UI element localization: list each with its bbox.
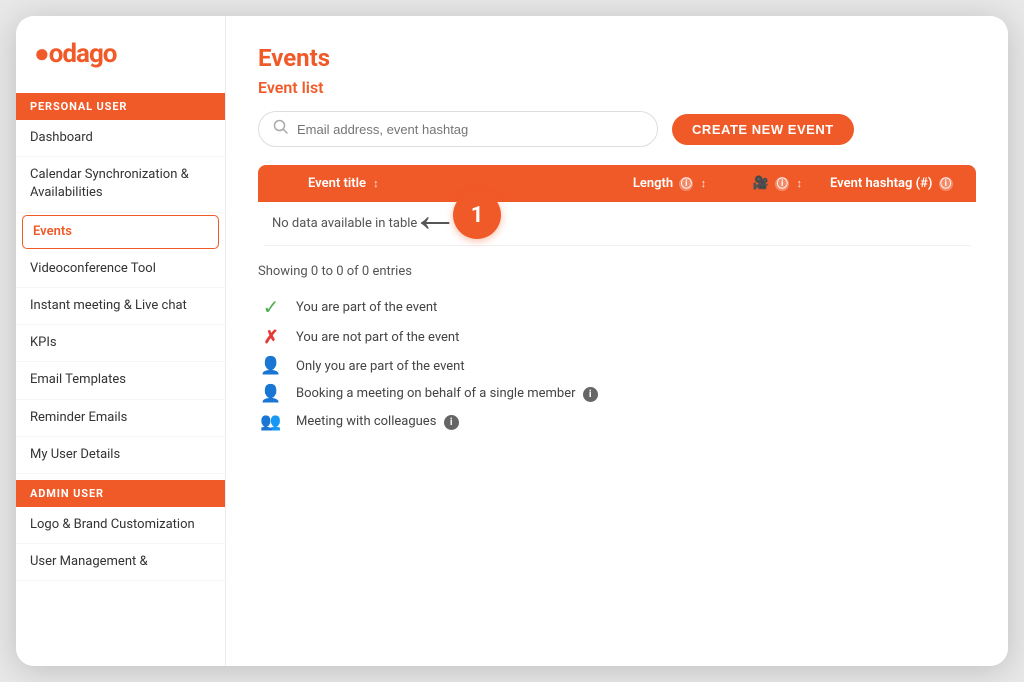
info-icon-booking[interactable]: i	[583, 387, 598, 402]
info-icon-hashtag: ⓘ	[939, 177, 953, 191]
table-row-no-data: No data available in table	[258, 202, 976, 246]
search-box[interactable]	[258, 111, 658, 147]
person-single-icon: 👤	[258, 356, 284, 376]
sidebar-item-email-templates[interactable]: Email Templates	[16, 362, 225, 399]
step-badge: 1	[453, 191, 501, 239]
sort-icon-video: ↕	[797, 177, 803, 190]
showing-entries-text: Showing 0 to 0 of 0 entries	[258, 264, 976, 279]
main-content: ← 1 Events Event list CREATE NEW EVENT	[226, 16, 1008, 666]
sidebar-item-calendar[interactable]: Calendar Synchronization & Availabilitie…	[16, 157, 225, 212]
legend-item-part-of-event: ✓ You are part of the event	[258, 295, 976, 319]
th-checkbox	[258, 165, 294, 202]
logo: ●odago	[34, 38, 116, 69]
cross-icon: ✗	[258, 327, 284, 348]
events-table: Event title ↕ Length ⓘ ↕ 🎥 ⓘ ↕ Event	[258, 165, 976, 246]
th-video[interactable]: 🎥 ⓘ ↕	[739, 165, 816, 202]
table-header-row: Event title ↕ Length ⓘ ↕ 🎥 ⓘ ↕ Event	[258, 165, 976, 202]
legend: ✓ You are part of the event ✗ You are no…	[258, 295, 976, 432]
th-hashtag[interactable]: Event hashtag (#) ⓘ	[816, 165, 976, 202]
sidebar-item-reminder-emails[interactable]: Reminder Emails	[16, 400, 225, 437]
sidebar-item-events[interactable]: Events	[22, 215, 219, 249]
sidebar-item-my-user-details[interactable]: My User Details	[16, 437, 225, 474]
legend-label-only-you: Only you are part of the event	[296, 359, 465, 374]
logo-area: ●odago	[16, 16, 225, 87]
sidebar-section-personal: PERSONAL USER	[16, 93, 225, 120]
sidebar-item-kpis[interactable]: KPIs	[16, 325, 225, 362]
check-icon: ✓	[258, 295, 284, 319]
search-row: CREATE NEW EVENT	[258, 111, 976, 147]
legend-item-booking-behalf: 👤 Booking a meeting on behalf of a singl…	[258, 384, 976, 404]
legend-label-part-of-event: You are part of the event	[296, 300, 437, 315]
app-window: ●odago PERSONAL USER Dashboard Calendar …	[16, 16, 1008, 666]
sidebar-item-dashboard[interactable]: Dashboard	[16, 120, 225, 157]
sidebar-item-user-management[interactable]: User Management &	[16, 544, 225, 581]
legend-item-meeting-colleagues: 👥 Meeting with colleagues i	[258, 412, 976, 432]
info-icon-colleagues[interactable]: i	[444, 415, 459, 430]
section-title: Event list	[258, 78, 976, 97]
legend-item-not-part-of-event: ✗ You are not part of the event	[258, 327, 976, 348]
logo-text: odago	[49, 39, 117, 69]
sort-icon-event-title: ↕	[373, 177, 379, 190]
arrow-annotation: ← 1	[411, 191, 501, 239]
create-event-button[interactable]: CREATE NEW EVENT	[672, 114, 854, 145]
sidebar-item-logo-brand[interactable]: Logo & Brand Customization	[16, 507, 225, 544]
info-icon-length: ⓘ	[679, 177, 693, 191]
sidebar-item-videoconference[interactable]: Videoconference Tool	[16, 251, 225, 288]
sidebar-section-admin: ADMIN USER	[16, 480, 225, 507]
legend-label-meeting-colleagues: Meeting with colleagues i	[296, 414, 459, 430]
legend-label-not-part-of-event: You are not part of the event	[296, 330, 459, 345]
sort-icon-length: ↕	[701, 177, 707, 190]
legend-item-only-you: 👤 Only you are part of the event	[258, 356, 976, 376]
no-data-cell: No data available in table	[258, 202, 976, 246]
info-icon-video: ⓘ	[775, 177, 789, 191]
arrow-icon: ←	[411, 191, 459, 239]
th-length[interactable]: Length ⓘ ↕	[619, 165, 739, 202]
person-info-icon: 👤	[258, 384, 284, 404]
sidebar: ●odago PERSONAL USER Dashboard Calendar …	[16, 16, 226, 666]
sidebar-item-instant-meeting[interactable]: Instant meeting & Live chat	[16, 288, 225, 325]
persons-group-icon: 👥	[258, 412, 284, 432]
page-title: Events	[258, 44, 976, 72]
search-icon	[273, 119, 289, 139]
legend-label-booking-behalf: Booking a meeting on behalf of a single …	[296, 386, 598, 402]
search-input[interactable]	[297, 122, 643, 137]
video-camera-icon: 🎥	[753, 176, 769, 191]
